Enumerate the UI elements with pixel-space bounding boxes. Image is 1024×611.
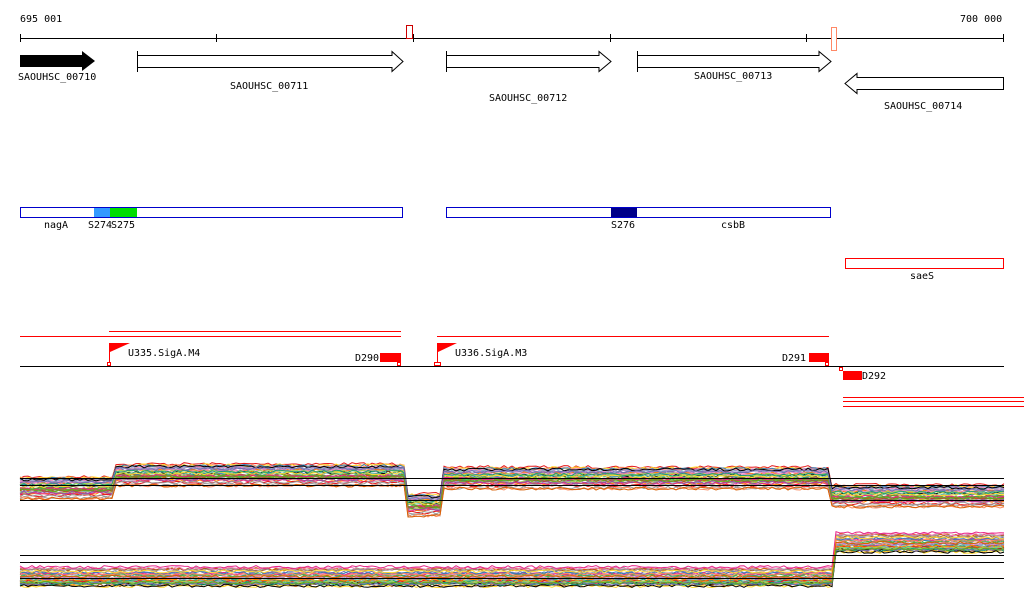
ruler-start-label: 695 001 bbox=[20, 14, 62, 25]
gene-SAOUHSC_00711[interactable]: SAOUHSC_00711 bbox=[137, 50, 404, 92]
ruler: 695 001 700 000 bbox=[20, 14, 1004, 51]
operon-box[interactable] bbox=[20, 207, 403, 218]
saeS-label: saeS bbox=[910, 271, 934, 282]
svg-text:SAOUHSC_00713: SAOUHSC_00713 bbox=[694, 71, 772, 82]
svg-text:U335.SigA.M4: U335.SigA.M4 bbox=[128, 348, 200, 359]
csbB-label: csbB bbox=[721, 220, 745, 231]
gene-SAOUHSC_00710[interactable]: SAOUHSC_00710 bbox=[18, 51, 96, 83]
region-marker[interactable] bbox=[406, 25, 413, 39]
nagA-label: nagA bbox=[44, 220, 68, 231]
svg-text:D292: D292 bbox=[862, 371, 886, 382]
terminator-D290[interactable]: D290 bbox=[355, 353, 401, 366]
operon-track: nagA S274 S275 S276 csbB saeS bbox=[20, 207, 1004, 282]
svg-text:SAOUHSC_00712: SAOUHSC_00712 bbox=[489, 93, 567, 104]
expression-track-2 bbox=[19, 531, 1005, 589]
genome-browser: 695 001 700 000 SAOUHSC_00710 SAOUHSC_00… bbox=[18, 14, 1024, 589]
gene-SAOUHSC_00713[interactable]: SAOUHSC_00713 bbox=[637, 50, 832, 82]
svg-text:D290: D290 bbox=[355, 353, 379, 364]
ruler-end-label: 700 000 bbox=[960, 14, 1002, 25]
terminator-D291[interactable]: D291 bbox=[782, 353, 829, 366]
promoter-U335[interactable]: U335.SigA.M4 bbox=[107, 343, 201, 366]
svg-text:U336.SigA.M3: U336.SigA.M3 bbox=[455, 348, 527, 359]
operon-S274[interactable] bbox=[94, 208, 110, 217]
S275-label: S275 bbox=[111, 220, 135, 231]
expression-track-1 bbox=[19, 462, 1005, 518]
S276-label: S276 bbox=[611, 220, 635, 231]
promoter-track: U335.SigA.M4 U336.SigA.M3 D290 D291 D292 bbox=[20, 331, 1024, 407]
terminator-D292[interactable]: D292 bbox=[839, 367, 887, 383]
svg-text:SAOUHSC_00711: SAOUHSC_00711 bbox=[230, 81, 308, 92]
operon-S275[interactable] bbox=[110, 208, 137, 217]
S274-label: S274 bbox=[88, 220, 112, 231]
svg-text:SAOUHSC_00714: SAOUHSC_00714 bbox=[884, 101, 962, 112]
gene-track: SAOUHSC_00710 SAOUHSC_00711 SAOUHSC_0071… bbox=[18, 50, 1004, 113]
svg-text:SAOUHSC_00710: SAOUHSC_00710 bbox=[18, 72, 96, 83]
gene-SAOUHSC_00712[interactable]: SAOUHSC_00712 bbox=[446, 50, 612, 104]
promoter-U336[interactable]: U336.SigA.M3 bbox=[434, 343, 528, 366]
operon-box[interactable] bbox=[446, 207, 831, 218]
operon-S276[interactable] bbox=[611, 208, 637, 217]
gene-SAOUHSC_00714[interactable]: SAOUHSC_00714 bbox=[844, 72, 1004, 113]
region-marker[interactable] bbox=[831, 27, 837, 51]
operon-saeS[interactable] bbox=[845, 258, 1004, 269]
svg-text:D291: D291 bbox=[782, 353, 806, 364]
